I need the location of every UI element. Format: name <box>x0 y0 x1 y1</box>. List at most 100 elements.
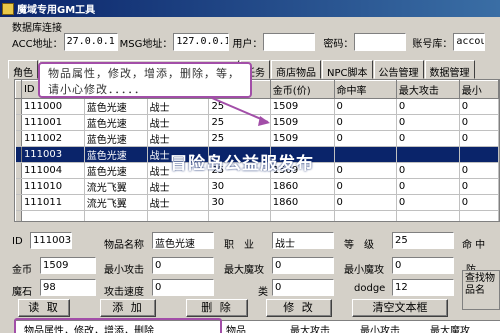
table-cell[interactable]: 111002 <box>21 130 85 147</box>
magic-stone-field[interactable]: 98 <box>40 279 96 296</box>
table-cell[interactable]: 25 <box>208 130 271 147</box>
add-button[interactable]: 添 加 <box>100 299 156 317</box>
name-label: 物品名称 <box>104 240 144 251</box>
password-label: 密码： <box>323 38 354 50</box>
clear-textboxes-button[interactable]: 清空文本框 <box>352 299 448 317</box>
table-cell[interactable] <box>459 210 499 221</box>
table-cell[interactable] <box>396 146 460 163</box>
msg-label: MSG地址： <box>119 38 173 50</box>
table-cell[interactable] <box>208 210 271 221</box>
table-cell[interactable]: 战士 <box>147 178 210 195</box>
table-cell[interactable]: 111000 <box>21 98 85 115</box>
table-cell[interactable] <box>84 210 148 221</box>
table-cell[interactable]: 0 <box>334 194 397 211</box>
tab-npc-script[interactable]: NPC脚本 <box>322 60 373 79</box>
col-header-min[interactable]: 最小 <box>458 80 499 99</box>
table-cell[interactable]: 111003 <box>21 146 85 163</box>
class-field[interactable]: 0 <box>272 279 334 296</box>
table-cell[interactable]: 0 <box>334 130 397 147</box>
user-input[interactable] <box>263 33 316 51</box>
min-attack-field[interactable]: 0 <box>152 257 214 274</box>
table-cell[interactable]: 战士 <box>147 98 210 115</box>
table-cell[interactable]: 0 <box>459 130 499 147</box>
table-cell[interactable]: 流光飞翼 <box>84 178 148 195</box>
table-cell[interactable]: 0 <box>459 114 499 131</box>
table-cell[interactable]: 蓝色光速 <box>84 146 148 163</box>
table-row[interactable]: 111010 流光飞翼 战士 30 1860 0 0 0 <box>15 178 499 195</box>
col-header-hit-rate[interactable]: 命中率 <box>333 80 397 99</box>
level-field[interactable]: 25 <box>392 232 454 249</box>
class-label: 类 <box>258 287 268 298</box>
tab-character[interactable]: 角色 <box>8 60 38 79</box>
table-cell[interactable] <box>270 210 335 221</box>
table-cell[interactable]: 0 <box>396 162 460 179</box>
table-cell[interactable]: 30 <box>208 178 271 195</box>
col-header-max-attack[interactable]: 最大攻击 <box>395 80 460 99</box>
table-cell[interactable]: 0 <box>459 162 499 179</box>
table-cell[interactable]: 0 <box>396 178 460 195</box>
table-cell[interactable]: 111010 <box>21 178 85 195</box>
tab-data-mgmt[interactable]: 数据管理 <box>424 60 475 79</box>
find-item-box[interactable]: 查找物品名 <box>462 270 500 310</box>
table-cell[interactable]: 蓝色光速 <box>84 162 148 179</box>
attack-speed-field[interactable]: 0 <box>152 279 214 296</box>
tab-shop-items[interactable]: 商店物品 <box>271 60 321 79</box>
max-magic-attack-field[interactable]: 0 <box>272 257 334 274</box>
table-row[interactable]: 111002 蓝色光速 战士 25 1509 0 0 0 <box>15 130 499 147</box>
table-cell[interactable]: 111011 <box>21 194 85 211</box>
table-cell[interactable]: 流光飞翼 <box>84 194 148 211</box>
bottom-col-item: 物品 <box>226 326 246 333</box>
read-button[interactable]: 读 取 <box>18 299 70 317</box>
job-field[interactable]: 战士 <box>272 232 334 249</box>
table-cell[interactable]: 1860 <box>270 178 335 195</box>
table-cell[interactable]: 1860 <box>270 194 335 211</box>
table-cell[interactable]: 蓝色光速 <box>84 98 148 115</box>
password-input[interactable] <box>354 33 407 51</box>
table-cell[interactable]: 战士 <box>147 114 210 131</box>
table-cell[interactable]: 0 <box>334 178 397 195</box>
callout-annotation: 物品属性，修改，增添，删除，等，请小心修改．．．．． <box>38 62 252 98</box>
table-cell[interactable]: 30 <box>208 194 271 211</box>
table-cell[interactable]: 蓝色光速 <box>84 114 148 131</box>
table-cell[interactable]: 0 <box>334 114 397 131</box>
table-row[interactable]: 111011 流光飞翼 战士 30 1860 0 0 0 <box>15 194 499 211</box>
table-cell[interactable]: 111004 <box>21 162 85 179</box>
min-magic-attack-field[interactable]: 0 <box>392 257 454 274</box>
table-cell[interactable]: 0 <box>459 178 499 195</box>
table-cell[interactable] <box>334 210 397 221</box>
modify-button[interactable]: 修 改 <box>266 299 332 317</box>
table-cell[interactable]: 0 <box>396 114 460 131</box>
tab-announcement[interactable]: 公告管理 <box>373 60 424 79</box>
table-cell[interactable] <box>147 210 210 221</box>
dodge-field[interactable]: 12 <box>392 279 454 296</box>
delete-button[interactable]: 删 除 <box>186 299 248 317</box>
table-cell[interactable] <box>396 210 460 221</box>
table-cell[interactable] <box>459 146 499 163</box>
acc-address-input[interactable]: 27.0.0.1 <box>63 33 118 51</box>
table-cell[interactable]: 战士 <box>147 194 210 211</box>
bottom-col-min-attack: 最小攻击 <box>360 326 400 333</box>
id-field[interactable]: 111003 <box>30 232 72 249</box>
table-cell[interactable]: 0 <box>396 130 460 147</box>
table-cell[interactable]: 蓝色光速 <box>84 130 148 147</box>
table-cell[interactable]: 0 <box>459 98 499 115</box>
user-label: 用户： <box>232 38 263 50</box>
table-cell[interactable]: 战士 <box>147 130 210 147</box>
table-cell[interactable]: 1509 <box>270 130 335 147</box>
table-cell[interactable]: 0 <box>334 162 397 179</box>
table-cell[interactable] <box>21 210 85 221</box>
table-cell[interactable]: 0 <box>396 98 460 115</box>
table-cell[interactable] <box>334 146 397 163</box>
table-cell[interactable]: 0 <box>459 194 499 211</box>
table-row[interactable] <box>15 210 499 221</box>
watermark-text: 冒险岛公益服发布 <box>170 154 314 174</box>
account-db-input[interactable]: account <box>453 33 486 51</box>
bottom-highlight-box <box>14 318 222 333</box>
gold-field[interactable]: 1509 <box>40 257 96 274</box>
table-cell[interactable]: 0 <box>334 98 397 115</box>
level-label: 等 级 <box>344 240 374 251</box>
table-cell[interactable]: 111001 <box>21 114 85 131</box>
table-cell[interactable]: 0 <box>396 194 460 211</box>
name-field[interactable]: 蓝色光速 <box>152 232 214 249</box>
msg-address-input[interactable]: 127.0.0.1 <box>173 33 230 51</box>
